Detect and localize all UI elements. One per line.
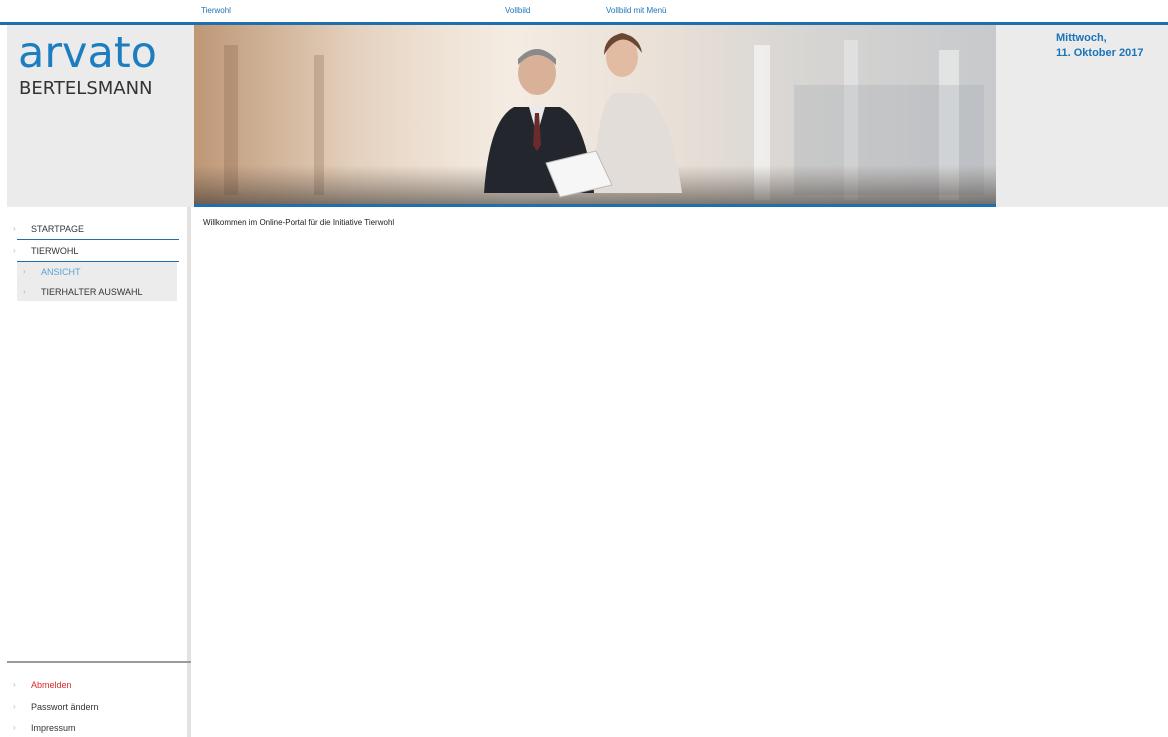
header-banner-image bbox=[194, 25, 996, 204]
logo-arvato: arvato bbox=[18, 28, 157, 78]
chevron-right-icon: › bbox=[13, 224, 16, 233]
banner-divider bbox=[194, 204, 996, 207]
top-nav-bar: Tierwohl Vollbild Vollbild mit Menü bbox=[0, 0, 1168, 22]
chevron-right-icon: › bbox=[13, 702, 16, 711]
date-weekday: Mittwoch, bbox=[1056, 32, 1107, 44]
chevron-right-icon: › bbox=[13, 246, 16, 255]
top-link-vollbild[interactable]: Vollbild bbox=[505, 6, 530, 15]
date-area: Mittwoch, 11. Oktober 2017 bbox=[996, 25, 1168, 207]
date-full: 11. Oktober 2017 bbox=[1056, 47, 1144, 59]
sidebar-item-label: TIERWOHL bbox=[31, 246, 79, 256]
change-password-label: Passwort ändern bbox=[31, 702, 99, 712]
sidebar-item-label: STARTPAGE bbox=[31, 224, 85, 234]
sidebar: › STARTPAGE › TIERWOHL › ANSICHT › TIERH… bbox=[7, 207, 191, 737]
chevron-right-icon: › bbox=[13, 723, 16, 732]
logout-label: Abmelden bbox=[31, 680, 72, 690]
chevron-right-icon: › bbox=[23, 287, 26, 296]
chevron-right-icon: › bbox=[13, 680, 16, 689]
impressum-label: Impressum bbox=[31, 723, 76, 733]
logo-area[interactable]: arvato BERTELSMANN bbox=[7, 25, 194, 207]
sidebar-item-label: TIERHALTER AUSWAHL bbox=[41, 287, 143, 297]
welcome-text: Willkommen im Online-Portal für die Init… bbox=[203, 218, 395, 227]
top-link-vollbild-mit-menu[interactable]: Vollbild mit Menü bbox=[606, 6, 666, 15]
menu-separator bbox=[17, 239, 179, 240]
chevron-right-icon: › bbox=[23, 267, 26, 276]
top-link-tierwohl[interactable]: Tierwohl bbox=[201, 6, 231, 15]
logo-bertelsmann: BERTELSMANN bbox=[19, 78, 153, 99]
submenu-tierwohl: › ANSICHT › TIERHALTER AUSWAHL bbox=[17, 262, 177, 301]
sidebar-bottom-divider bbox=[7, 661, 191, 663]
sidebar-item-label: ANSICHT bbox=[41, 267, 81, 277]
